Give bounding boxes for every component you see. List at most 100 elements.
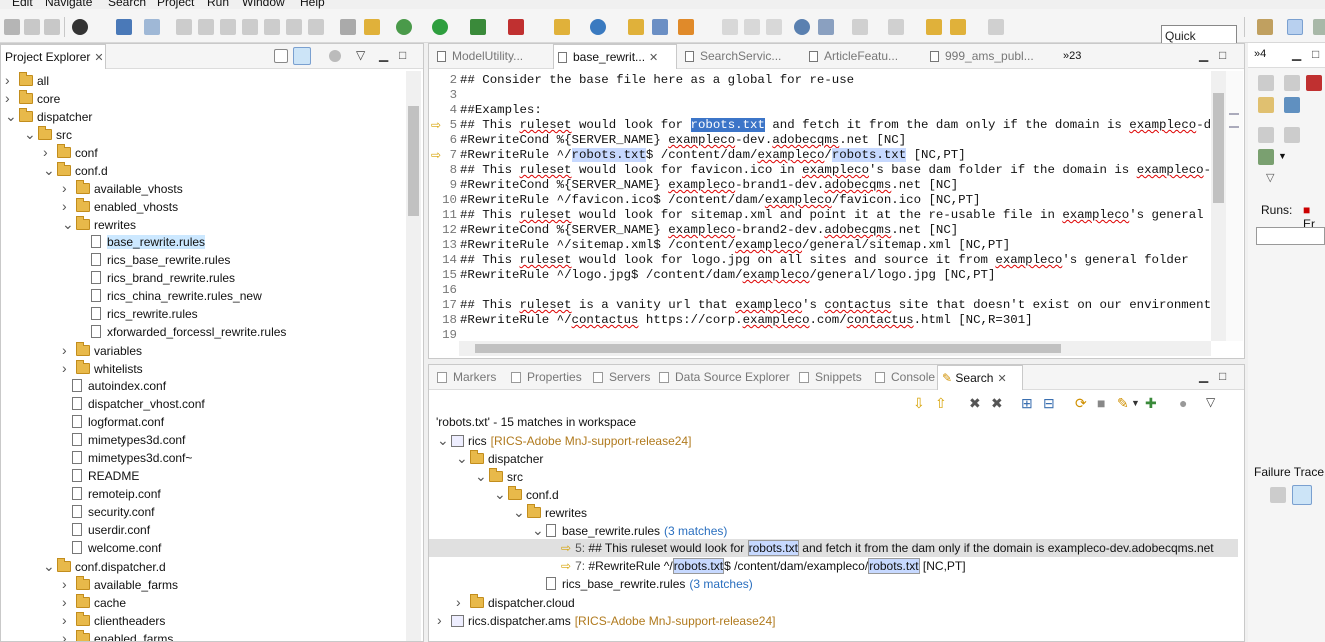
- code-line[interactable]: #RewriteCond %{SERVER_NAME} exampleco-de…: [460, 133, 906, 147]
- tab-servers[interactable]: Servers: [589, 365, 650, 390]
- suspend-icon[interactable]: [198, 19, 214, 35]
- view-menu-icon[interactable]: ▽: [1266, 171, 1274, 184]
- step-return-icon[interactable]: [308, 19, 324, 35]
- tree-item[interactable]: rics_china_rewrite.rules_new: [81, 287, 262, 305]
- tab-search-service[interactable]: SearchServic...: [681, 44, 781, 69]
- save-icon[interactable]: [24, 19, 40, 35]
- tab-search[interactable]: ✎ Search ✕: [937, 365, 1023, 390]
- chevron-down-icon[interactable]: ⌄: [456, 449, 468, 467]
- disconnect-icon[interactable]: [242, 19, 258, 35]
- tree-item[interactable]: ⌄ rewrites: [62, 215, 136, 233]
- tree-item[interactable]: rics_rewrite.rules: [81, 305, 198, 323]
- terminal-icon[interactable]: [116, 19, 132, 35]
- chevron-right-icon[interactable]: ›: [62, 593, 72, 611]
- search-match-row[interactable]: ⇨ 7: #RewriteRule ^/robots.txt$ /content/…: [551, 557, 966, 575]
- chevron-right-icon[interactable]: ›: [5, 71, 15, 89]
- java-perspective-icon[interactable]: [1287, 19, 1303, 35]
- tab-article-feature[interactable]: ArticleFeatu...: [805, 44, 898, 69]
- drop-frame-icon[interactable]: [340, 19, 356, 35]
- menu-run[interactable]: Run: [207, 0, 229, 9]
- tree-item[interactable]: › enabled_vhosts: [62, 197, 178, 215]
- resume-icon[interactable]: [176, 19, 192, 35]
- compare-icon[interactable]: [1292, 485, 1312, 505]
- filter-trace-icon[interactable]: [1270, 487, 1286, 503]
- close-icon[interactable]: ✕: [997, 373, 1006, 385]
- tree-item[interactable]: remoteip.conf: [62, 485, 161, 503]
- open-perspective-icon[interactable]: [1257, 19, 1273, 35]
- code-editor[interactable]: 2 ## Consider the base file here as a glo…: [429, 71, 1211, 341]
- expand-all-icon[interactable]: ⊞: [1021, 395, 1033, 412]
- search-result-row[interactable]: ⌄ dispatcher: [456, 449, 543, 467]
- minimize-icon[interactable]: ▁: [1199, 369, 1208, 383]
- tab-data-source-explorer[interactable]: Data Source Explorer: [655, 365, 790, 390]
- remove-all-icon[interactable]: ✖: [991, 395, 1003, 412]
- cog-icon[interactable]: [72, 19, 88, 35]
- tab-properties[interactable]: Properties: [507, 365, 582, 390]
- open-type-icon[interactable]: [628, 19, 644, 35]
- tree-item[interactable]: › available_farms: [62, 575, 178, 593]
- code-line[interactable]: ## This ruleset would look for logo.jpg …: [460, 253, 1189, 267]
- minimize-icon[interactable]: ▁: [1292, 47, 1301, 61]
- tree-item[interactable]: userdir.conf: [62, 521, 150, 539]
- coverage-icon[interactable]: [470, 19, 486, 35]
- hidden-views-count[interactable]: »4: [1254, 48, 1266, 60]
- minimize-icon[interactable]: ▁: [1199, 48, 1208, 62]
- new-java-project-icon[interactable]: [554, 19, 570, 35]
- code-line[interactable]: #RewriteRule ^/sitemap.xml$ /content/exa…: [460, 238, 1010, 252]
- tree-item[interactable]: ⌄ conf.d: [43, 161, 108, 179]
- tree-item[interactable]: ⌄ conf.dispatcher.d: [43, 557, 166, 575]
- search-result-row[interactable]: ⌄ rewrites: [513, 503, 587, 521]
- forward-icon[interactable]: [988, 19, 1004, 35]
- search-result-row[interactable]: ⌄ rics [RICS-Adobe MnJ-support-release24]: [437, 431, 691, 449]
- code-line[interactable]: #RewriteRule ^/logo.jpg$ /content/dam/ex…: [460, 268, 995, 282]
- link-with-editor-icon[interactable]: [293, 47, 311, 65]
- chevron-down-icon[interactable]: ⌄: [475, 467, 487, 485]
- editor-hscrollbar[interactable]: [459, 341, 1211, 356]
- tree-item[interactable]: › conf: [43, 143, 98, 161]
- step-over-icon[interactable]: [286, 19, 302, 35]
- tree-item[interactable]: › all: [5, 71, 49, 89]
- tree-item[interactable]: › available_vhosts: [62, 179, 183, 197]
- chevron-right-icon[interactable]: ›: [43, 143, 53, 161]
- tree-item[interactable]: README: [62, 467, 139, 485]
- save-all-icon[interactable]: [44, 19, 60, 35]
- terminate-icon[interactable]: [220, 19, 236, 35]
- close-icon[interactable]: ✕: [94, 52, 103, 64]
- tree-item[interactable]: ⌄ src: [24, 125, 72, 143]
- tab-markers[interactable]: Markers: [433, 365, 496, 390]
- layout-icon[interactable]: [1258, 149, 1274, 165]
- chevron-down-icon[interactable]: ▼: [1131, 398, 1140, 408]
- view-menu-icon[interactable]: ▽: [1206, 395, 1215, 409]
- tab-ams-publish[interactable]: 999_ams_publ...: [926, 44, 1034, 69]
- server-icon[interactable]: [818, 19, 834, 35]
- tree-item[interactable]: dispatcher_vhost.conf: [62, 395, 205, 413]
- search-result-row[interactable]: ⌄ base_rewrite.rules (3 matches): [532, 521, 727, 539]
- code-line[interactable]: #RewriteRule ^/favicon.ico$ /content/dam…: [460, 193, 981, 207]
- menu-search[interactable]: Search: [108, 0, 146, 9]
- chevron-down-icon[interactable]: ▼: [1278, 151, 1287, 161]
- tab-base-rewrite[interactable]: base_rewrit... ✕: [553, 44, 677, 69]
- tree-item[interactable]: rics_base_rewrite.rules: [81, 251, 230, 269]
- back-icon[interactable]: [950, 19, 966, 35]
- chevron-right-icon[interactable]: ›: [5, 89, 15, 107]
- maximize-icon[interactable]: □: [399, 48, 406, 62]
- new-class-icon[interactable]: [590, 19, 606, 35]
- chevron-right-icon[interactable]: ›: [62, 611, 72, 629]
- scroll-lock-icon[interactable]: [1284, 97, 1300, 113]
- external-tools-icon[interactable]: [508, 19, 524, 35]
- tab-project-explorer[interactable]: Project Explorer ✕: [0, 44, 106, 69]
- maximize-icon[interactable]: □: [1219, 48, 1226, 62]
- tree-item[interactable]: ⌄ dispatcher: [5, 107, 92, 125]
- pin-search-icon[interactable]: ✚: [1145, 395, 1157, 412]
- chevron-right-icon[interactable]: ›: [62, 629, 72, 641]
- collapse-all-icon[interactable]: ⊟: [1043, 395, 1055, 412]
- collapse-icon[interactable]: [1258, 75, 1274, 91]
- rerun-icon[interactable]: [1258, 127, 1274, 143]
- filter-icon[interactable]: [329, 50, 341, 62]
- step-into-icon[interactable]: [264, 19, 280, 35]
- minimize-icon[interactable]: ▁: [379, 48, 388, 62]
- chevron-down-icon[interactable]: ⌄: [5, 107, 17, 125]
- chevron-down-icon[interactable]: ⌄: [532, 521, 544, 539]
- layout-icon[interactable]: ●: [1179, 395, 1187, 411]
- history-icon[interactable]: [1258, 97, 1274, 113]
